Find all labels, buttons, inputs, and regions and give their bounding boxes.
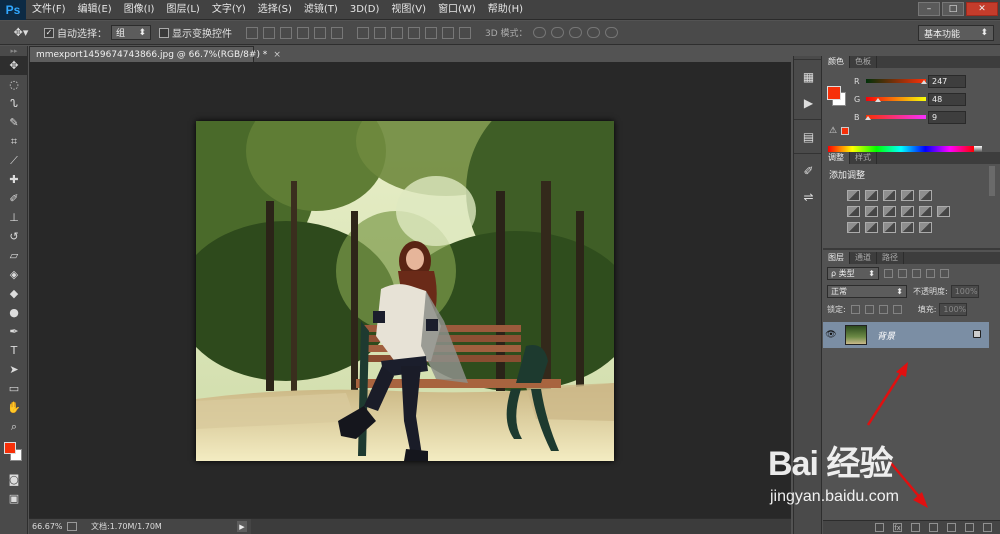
baidu-watermark: Bai 经验 jingyan.baidu.com xyxy=(768,430,968,530)
arrow-to-layer-icon xyxy=(866,369,905,426)
watermark-brand: Bai 经验 xyxy=(768,445,893,483)
watermark-url: jingyan.baidu.com xyxy=(770,488,899,505)
arrowhead-icon xyxy=(896,362,908,377)
color-panel-foreground-swatch[interactable] xyxy=(827,86,841,100)
foreground-color-swatch[interactable] xyxy=(4,442,16,454)
